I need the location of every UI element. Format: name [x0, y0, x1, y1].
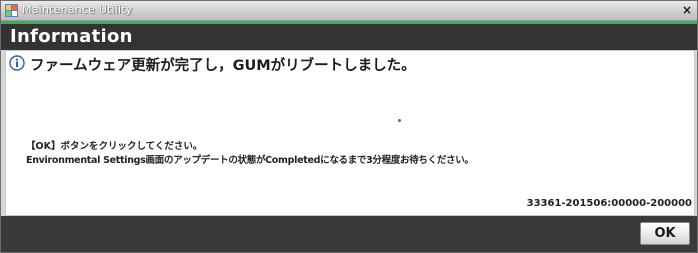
- instruction-line-1: 【OK】ボタンをクリックしてください。: [26, 141, 203, 152]
- dialog-content: ファームウェア更新が完了し，GUMがリブートしました。 【OK】ボタンをクリック…: [5, 50, 695, 216]
- window-title: Maintenance Utility: [22, 3, 133, 16]
- message-code: 33361-201506:00000-200000: [526, 198, 692, 209]
- dialog-window: Maintenance Utility × Information ファームウェ…: [0, 0, 698, 253]
- info-icon: [9, 55, 25, 71]
- dialog-header: Information: [1, 21, 697, 50]
- ok-button[interactable]: OK: [640, 222, 690, 245]
- app-icon: [5, 4, 18, 17]
- separator-dot: [398, 119, 401, 122]
- headline-message: ファームウェア更新が完了し，GUMがリブートしました。: [30, 58, 416, 74]
- instruction-line-2: Environmental Settings画面のアップデートの状態がCompl…: [26, 155, 474, 166]
- close-button[interactable]: ×: [680, 3, 694, 17]
- dialog-title: Information: [10, 26, 133, 47]
- title-bar[interactable]: Maintenance Utility ×: [1, 1, 697, 21]
- dialog-footer: OK: [1, 216, 697, 252]
